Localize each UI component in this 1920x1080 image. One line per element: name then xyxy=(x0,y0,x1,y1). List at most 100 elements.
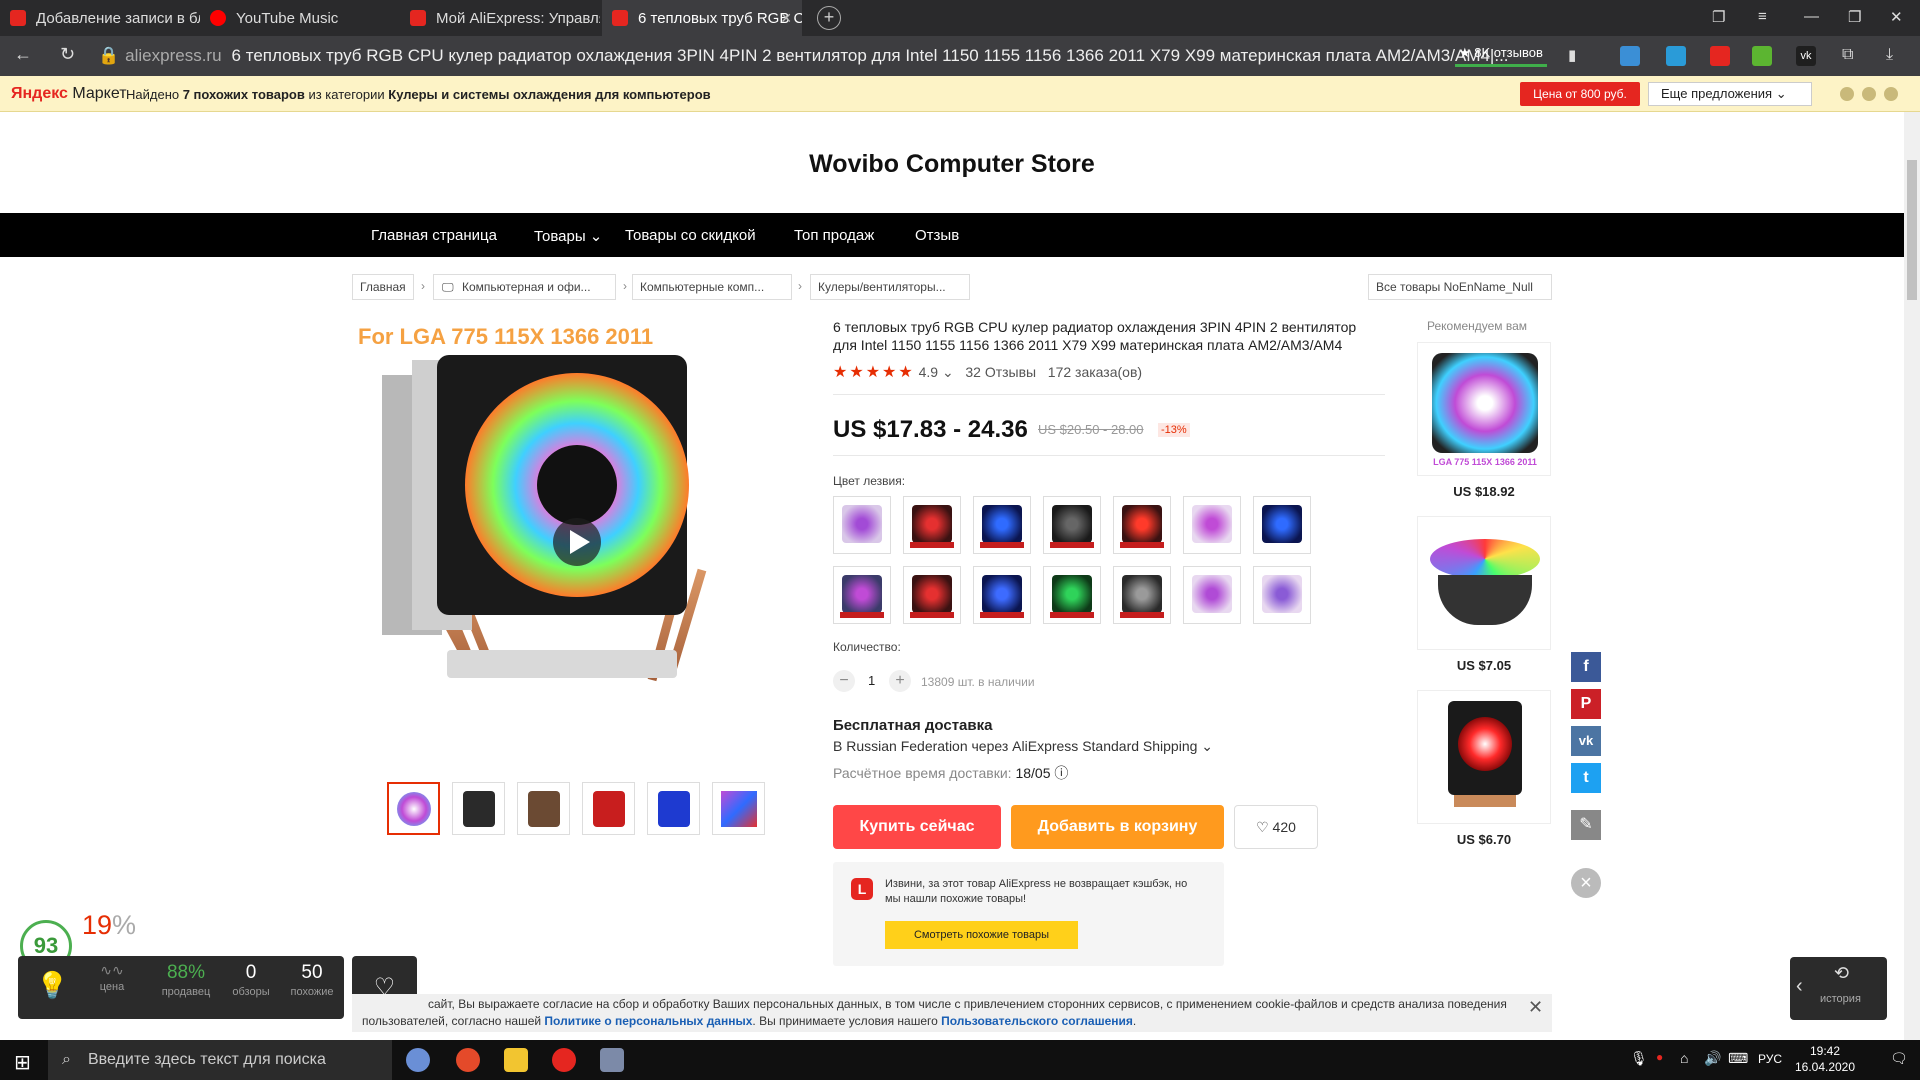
download-icon[interactable] xyxy=(1752,46,1772,66)
chevron-left-icon[interactable]: ‹ xyxy=(1796,975,1803,998)
breadcrumb-all-products[interactable]: Все товары NoEnName_Null xyxy=(1368,274,1552,300)
color-swatch-11[interactable] xyxy=(1043,566,1101,624)
cookie-close-icon[interactable]: ✕ xyxy=(1528,997,1543,1018)
thumbnail-6[interactable] xyxy=(712,782,765,835)
thumbnail-5[interactable] xyxy=(647,782,700,835)
network-icon[interactable]: ⌂ xyxy=(1680,1050,1688,1066)
extension-icon[interactable] xyxy=(1620,46,1640,66)
color-swatch-2[interactable] xyxy=(903,496,961,554)
taskbar-clock[interactable]: 19:42 16.04.2020 xyxy=(1790,1043,1860,1075)
windows-start-icon[interactable]: ⊞ xyxy=(14,1050,31,1075)
scrollbar-thumb[interactable] xyxy=(1907,160,1917,300)
color-swatch-13[interactable] xyxy=(1183,566,1241,624)
nav-discount[interactable]: Товары со скидкой xyxy=(625,227,756,244)
color-swatch-12[interactable] xyxy=(1113,566,1171,624)
pinterest-icon[interactable]: P xyxy=(1571,689,1601,719)
color-swatch-5[interactable] xyxy=(1113,496,1171,554)
wishlist-button[interactable]: ♡ 420 xyxy=(1234,805,1318,849)
thumbnail-3[interactable] xyxy=(517,782,570,835)
close-icon[interactable] xyxy=(1884,87,1898,101)
reviews-link[interactable]: 32 Отзывы xyxy=(965,364,1036,380)
recommended-item-2[interactable] xyxy=(1417,516,1551,650)
yandex-browser-icon[interactable] xyxy=(552,1048,576,1072)
buy-now-button[interactable]: Купить сейчас xyxy=(833,805,1001,849)
edit-icon[interactable]: ✎ xyxy=(1571,810,1601,840)
nav-top-sales[interactable]: Топ продаж xyxy=(794,227,874,244)
recommended-item-3[interactable] xyxy=(1417,690,1551,824)
close-window-icon[interactable]: ✕ xyxy=(1890,8,1903,26)
restore-icon[interactable]: ❐ xyxy=(1848,8,1861,26)
breadcrumb-computer[interactable]: 🖵 Компьютерная и офи... xyxy=(433,274,616,300)
color-swatch-4[interactable] xyxy=(1043,496,1101,554)
thumbnail-2[interactable] xyxy=(452,782,505,835)
privacy-policy-link[interactable]: Политике о персональных данных xyxy=(544,1014,752,1028)
nav-products[interactable]: Товары ⌄ xyxy=(534,227,602,245)
tab-my-aliexpress[interactable]: Мой AliExpress: Управлять xyxy=(400,0,600,36)
help-icon[interactable] xyxy=(1840,87,1854,101)
minimize-icon[interactable]: — xyxy=(1804,8,1819,25)
taskbar-search[interactable]: ⌕ Введите здесь текст для поиска xyxy=(48,1040,392,1080)
rating-value[interactable]: 4.9 xyxy=(919,364,938,380)
close-tab-icon[interactable]: ✕ xyxy=(780,10,792,27)
extension-icon[interactable] xyxy=(1666,46,1686,66)
quantity-minus-button[interactable]: − xyxy=(833,670,855,692)
new-tab-button[interactable]: + xyxy=(817,6,841,30)
page-scrollbar[interactable] xyxy=(1904,112,1920,1040)
stat-reviews[interactable]: 0 обзоры xyxy=(224,962,278,998)
microphone-icon[interactable]: 🎙 xyxy=(1630,1050,1648,1067)
quantity-input[interactable]: 1 xyxy=(868,673,875,688)
color-swatch-14[interactable] xyxy=(1253,566,1311,624)
bookmark-icon[interactable]: ▮ xyxy=(1568,46,1576,64)
thumbnail-1[interactable] xyxy=(387,782,440,835)
app-icon[interactable] xyxy=(600,1048,624,1072)
bookmarks-icon[interactable]: ❐ xyxy=(1712,8,1725,26)
menu-icon[interactable]: ≡ xyxy=(1758,8,1767,25)
letyshops-icon[interactable] xyxy=(1710,46,1730,66)
vk-icon[interactable]: vk xyxy=(1571,726,1601,756)
language-indicator[interactable]: РУС xyxy=(1758,1052,1782,1066)
user-agreement-link[interactable]: Пользовательского соглашения xyxy=(941,1014,1133,1028)
breadcrumb-home[interactable]: Главная xyxy=(352,274,414,300)
download-tray-icon[interactable]: ⤓ xyxy=(1886,46,1893,64)
breadcrumb-coolers[interactable]: Кулеры/вентиляторы... xyxy=(810,274,970,300)
color-swatch-9[interactable] xyxy=(903,566,961,624)
app-icon[interactable] xyxy=(406,1048,430,1072)
twitter-icon[interactable]: t xyxy=(1571,763,1601,793)
product-main-image[interactable]: For LGA 775 115X 1366 2011 xyxy=(352,320,772,710)
nav-home[interactable]: Главная страница xyxy=(371,227,497,244)
stat-similar[interactable]: 50 похожие xyxy=(284,962,340,998)
color-swatch-8[interactable] xyxy=(833,566,891,624)
tab-blog[interactable]: Добавление записи в бло xyxy=(0,0,200,36)
tab-product-active[interactable]: 6 тепловых труб RGB C ✕ xyxy=(602,0,802,36)
volume-icon[interactable]: 🔊 xyxy=(1704,1050,1721,1067)
notifications-icon[interactable]: 🗨 xyxy=(1890,1050,1908,1067)
thumbnail-4[interactable] xyxy=(582,782,635,835)
add-to-cart-button[interactable]: Добавить в корзину xyxy=(1011,805,1224,849)
media-player-icon[interactable] xyxy=(456,1048,480,1072)
store-name[interactable]: Wovibo Computer Store xyxy=(0,150,1904,179)
vk-extension-icon[interactable]: vk xyxy=(1796,46,1816,66)
color-swatch-1[interactable] xyxy=(833,496,891,554)
back-icon[interactable]: ← xyxy=(14,44,32,65)
color-swatch-6[interactable] xyxy=(1183,496,1241,554)
yandex-price-button[interactable]: Цена от 800 руб. xyxy=(1520,82,1640,106)
reload-icon[interactable]: ↻ xyxy=(60,44,75,65)
yandex-more-offers-button[interactable]: Еще предложения ⌄ xyxy=(1648,82,1812,106)
stat-seller[interactable]: 88% продавец xyxy=(154,962,218,998)
quantity-plus-button[interactable]: + xyxy=(889,670,911,692)
lightbulb-icon[interactable]: 💡 xyxy=(36,970,68,1001)
breadcrumb-components[interactable]: Компьютерные комп... xyxy=(632,274,792,300)
ymsg-count[interactable]: 7 похожих товаров xyxy=(183,87,305,102)
reviews-badge[interactable]: ★ 8K отзывов xyxy=(1455,43,1547,67)
extensions-icon[interactable]: ⧉ xyxy=(1842,46,1853,64)
stat-price[interactable]: ∿∿ цена xyxy=(84,962,140,993)
close-share-icon[interactable]: × xyxy=(1571,868,1601,898)
color-swatch-7[interactable] xyxy=(1253,496,1311,554)
color-swatch-10[interactable] xyxy=(973,566,1031,624)
similar-products-button[interactable]: Смотреть похожие товары xyxy=(885,921,1078,949)
ymsg-category[interactable]: Кулеры и системы охлаждения для компьюте… xyxy=(388,87,710,102)
settings-icon[interactable] xyxy=(1862,87,1876,101)
antivirus-icon[interactable]: ● xyxy=(1656,1050,1663,1064)
nav-feedback[interactable]: Отзыв xyxy=(915,227,959,244)
recommended-item-1[interactable]: LGA 775 115X 1366 2011 xyxy=(1417,342,1551,476)
